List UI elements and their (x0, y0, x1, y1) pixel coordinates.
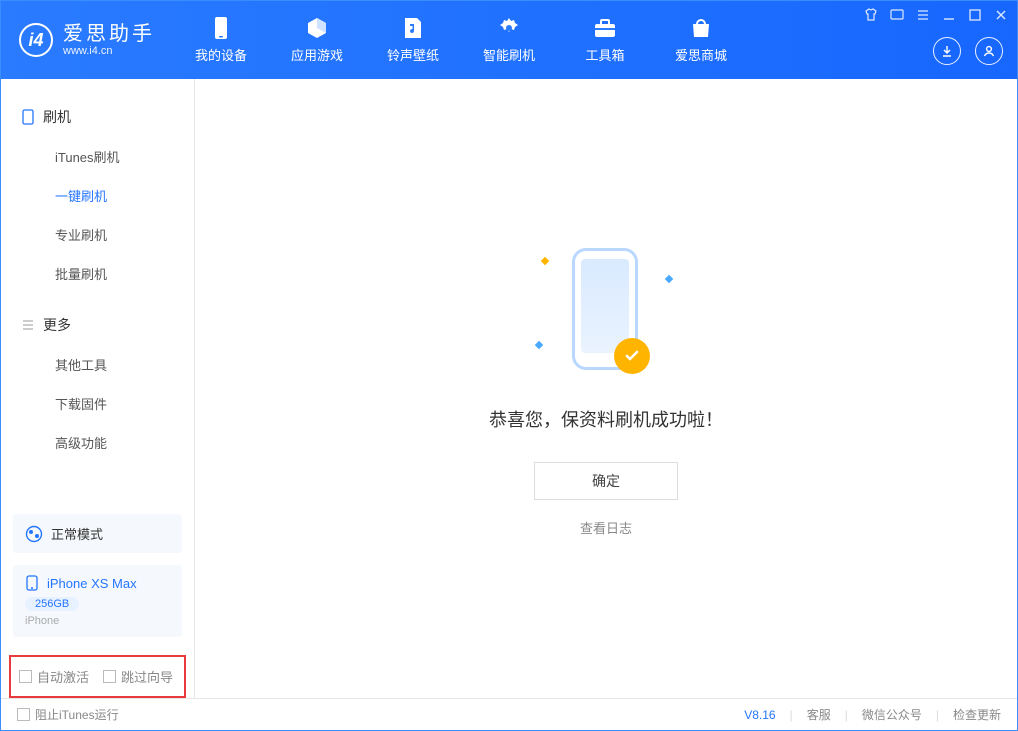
sidebar-item-download-firmware[interactable]: 下载固件 (1, 384, 194, 423)
download-button[interactable] (933, 37, 961, 65)
maximize-button[interactable] (967, 7, 983, 23)
nav-smart-flash[interactable]: 智能刷机 (461, 1, 557, 79)
nav-my-device[interactable]: 我的设备 (173, 1, 269, 79)
mode-card[interactable]: 正常模式 (13, 514, 182, 553)
list-icon (21, 318, 35, 332)
sidebar-item-itunes-flash[interactable]: iTunes刷机 (1, 137, 194, 176)
nav-label: 铃声壁纸 (387, 45, 439, 64)
checkbox-skip-guide[interactable]: 跳过向导 (103, 667, 173, 686)
shirt-icon[interactable] (863, 7, 879, 23)
sidebar-item-batch-flash[interactable]: 批量刷机 (1, 254, 194, 293)
minimize-button[interactable] (941, 7, 957, 23)
footer-link-service[interactable]: 客服 (807, 706, 831, 723)
feedback-icon[interactable] (889, 7, 905, 23)
nav-label: 工具箱 (585, 45, 624, 64)
logo-icon: i4 (19, 23, 53, 57)
checkbox-row-highlighted: 自动激活 跳过向导 (9, 655, 186, 698)
refresh-gear-icon (497, 16, 521, 40)
device-icon (25, 575, 39, 591)
section-flash: 刷机 (1, 97, 194, 137)
sidebar-item-pro-flash[interactable]: 专业刷机 (1, 215, 194, 254)
user-button[interactable] (975, 37, 1003, 65)
nav-label: 我的设备 (195, 45, 247, 64)
section-more: 更多 (1, 305, 194, 345)
main-content: 恭喜您，保资料刷机成功啦！ 确定 查看日志 (195, 79, 1017, 698)
app-logo[interactable]: i4 爱思助手 www.i4.cn (1, 1, 173, 79)
checkbox-block-itunes[interactable]: 阻止iTunes运行 (17, 706, 119, 723)
version-label: V8.16 (744, 708, 775, 722)
app-url: www.i4.cn (63, 45, 155, 57)
sidebar-item-other-tools[interactable]: 其他工具 (1, 345, 194, 384)
success-graphic (536, 240, 676, 380)
device-name: iPhone XS Max (47, 576, 137, 591)
app-name: 爱思助手 (63, 23, 155, 45)
sidebar-item-oneclick-flash[interactable]: 一键刷机 (1, 176, 194, 215)
device-type: iPhone (25, 615, 170, 627)
nav-label: 应用游戏 (291, 45, 343, 64)
sidebar: 刷机 iTunes刷机 一键刷机 专业刷机 批量刷机 更多 其他工具 下载固件 … (1, 79, 195, 698)
confirm-button[interactable]: 确定 (534, 462, 678, 500)
nav-label: 智能刷机 (483, 45, 535, 64)
mode-icon (25, 525, 43, 543)
checkbox-auto-activate[interactable]: 自动激活 (19, 667, 89, 686)
nav-toolbox[interactable]: 工具箱 (557, 1, 653, 79)
check-badge-icon (614, 338, 650, 374)
sidebar-item-advanced[interactable]: 高级功能 (1, 423, 194, 462)
device-card[interactable]: iPhone XS Max 256GB iPhone (13, 565, 182, 637)
toolbox-icon (593, 16, 617, 40)
device-capacity: 256GB (25, 597, 79, 611)
close-button[interactable] (993, 7, 1009, 23)
phone-icon (21, 109, 35, 125)
success-message: 恭喜您，保资料刷机成功啦！ (489, 406, 723, 432)
music-file-icon (401, 16, 425, 40)
bag-icon (689, 16, 713, 40)
nav-apps-games[interactable]: 应用游戏 (269, 1, 365, 79)
nav-store[interactable]: 爱思商城 (653, 1, 749, 79)
footer: 阻止iTunes运行 V8.16 | 客服 | 微信公众号 | 检查更新 (1, 698, 1017, 730)
device-icon (209, 16, 233, 40)
view-log-link[interactable]: 查看日志 (580, 518, 632, 537)
cube-icon (305, 16, 329, 40)
footer-link-update[interactable]: 检查更新 (953, 706, 1001, 723)
nav-label: 爱思商城 (675, 45, 727, 64)
nav-ringtone-wallpaper[interactable]: 铃声壁纸 (365, 1, 461, 79)
header: i4 爱思助手 www.i4.cn 我的设备 应用游戏 铃声壁纸 智能刷机 工具… (1, 1, 1017, 79)
footer-link-wechat[interactable]: 微信公众号 (862, 706, 922, 723)
menu-icon[interactable] (915, 7, 931, 23)
